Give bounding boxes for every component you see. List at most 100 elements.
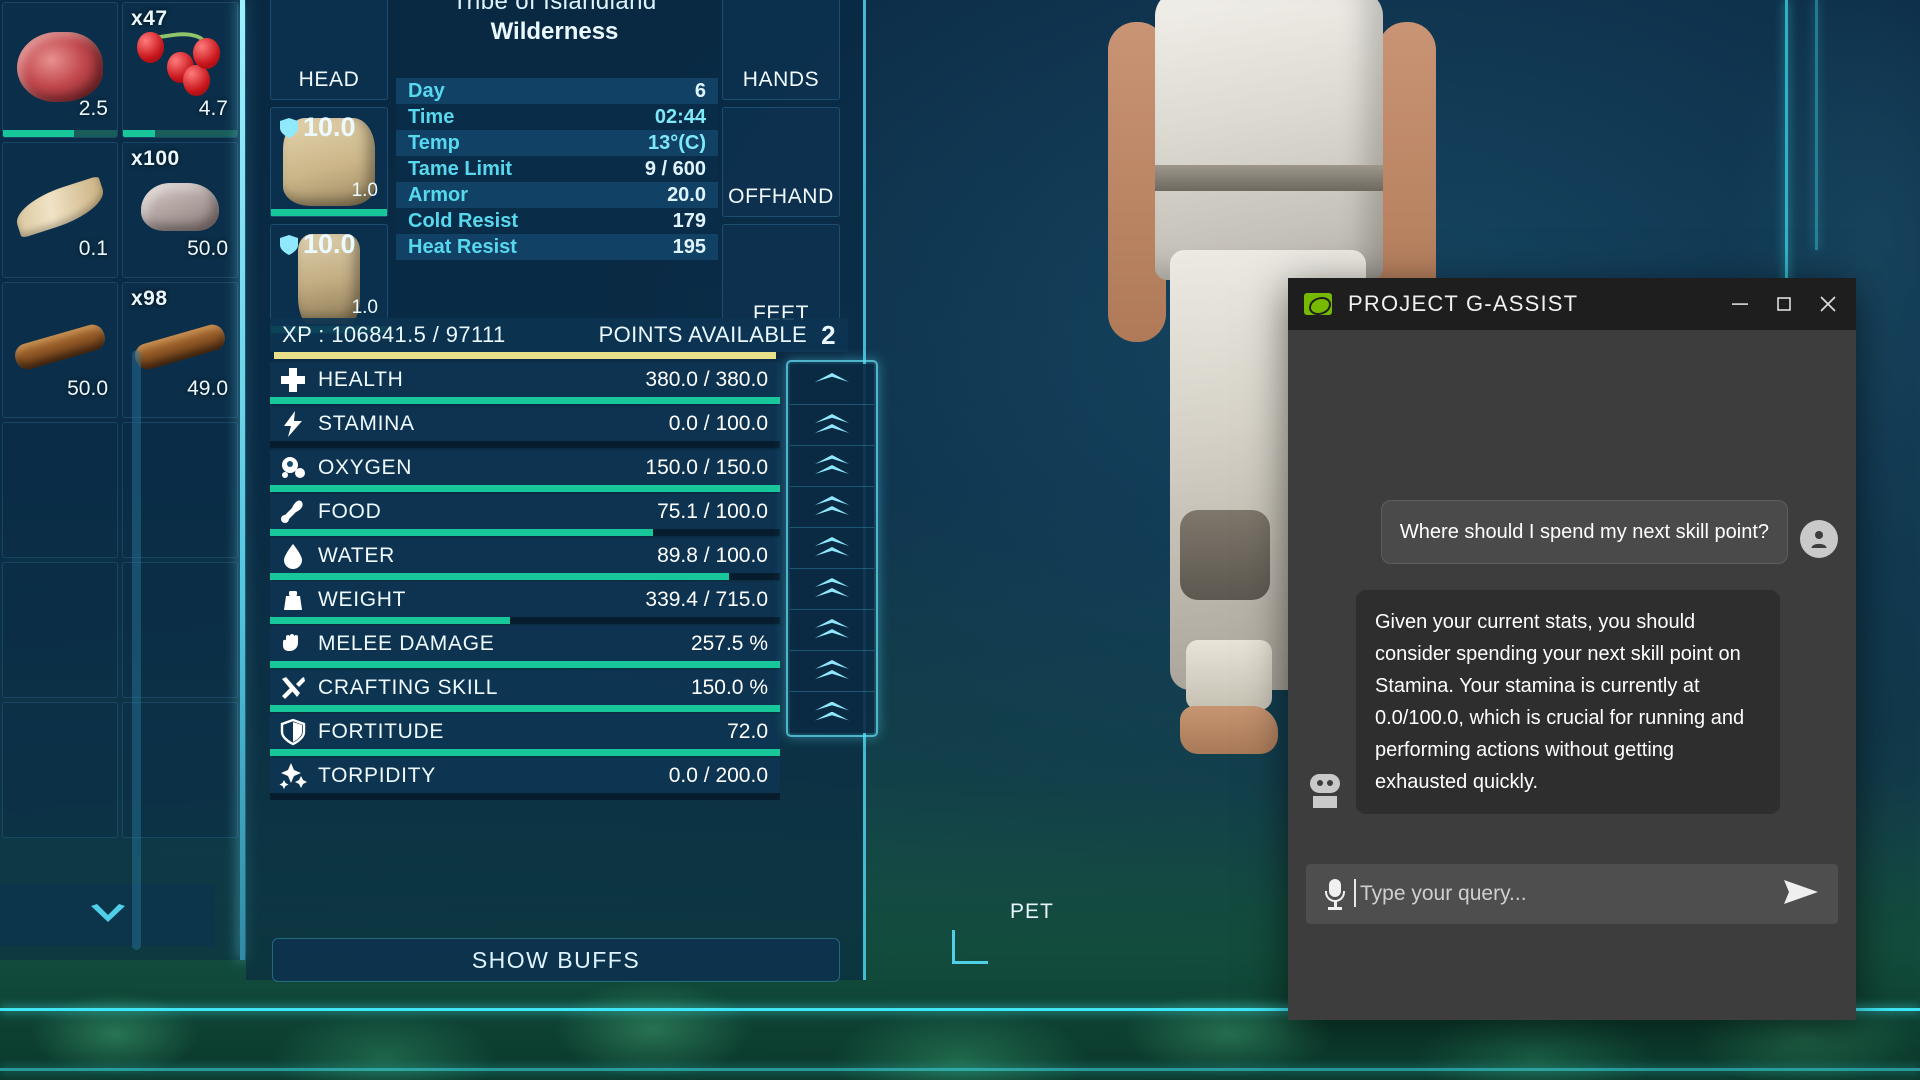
equipment-slot[interactable]: OFFHAND <box>722 107 840 217</box>
inventory-slot[interactable]: 0.1 <box>2 142 118 278</box>
inventory-slot-empty[interactable] <box>2 562 118 698</box>
info-value: 9 / 600 <box>644 157 706 180</box>
show-buffs-button[interactable]: SHOW BUFFS <box>272 938 840 982</box>
maximize-icon <box>1777 297 1791 311</box>
robot-avatar-icon <box>1306 770 1344 808</box>
item-durability-bar <box>3 130 117 137</box>
info-row: Heat Resist 195 <box>396 234 718 260</box>
chevron-up-icon <box>815 578 849 600</box>
chevron-up-icon <box>815 496 849 518</box>
send-button[interactable] <box>1780 878 1820 911</box>
item-art <box>12 322 108 373</box>
inventory-slot[interactable]: 2.5 <box>2 2 118 138</box>
gassist-titlebar[interactable]: PROJECT G-ASSIST <box>1288 278 1856 330</box>
item-art <box>132 322 228 373</box>
pet-slot-corner <box>952 930 988 964</box>
stamina-icon <box>278 409 308 439</box>
minimize-button[interactable] <box>1718 284 1762 324</box>
equipment-slot[interactable]: HEAD <box>270 0 388 100</box>
info-value: 195 <box>672 235 706 258</box>
stat-upgrade-button[interactable] <box>790 364 874 405</box>
info-row: Armor 20.0 <box>396 182 718 208</box>
gassist-title: PROJECT G-ASSIST <box>1348 291 1579 316</box>
equipment-slot-label: HANDS <box>742 68 820 91</box>
item-weight: 50.0 <box>187 237 228 260</box>
gassist-window: PROJECT G-ASSIST Where should I spend my… <box>1288 278 1856 1020</box>
item-quantity: x100 <box>131 147 180 170</box>
shield-icon <box>280 234 298 255</box>
inventory-slot[interactable]: x47 4.7 <box>122 2 238 138</box>
fortitude-icon <box>278 717 308 747</box>
stat-name: HEALTH <box>318 367 404 391</box>
inventory-slot[interactable]: 50.0 <box>2 282 118 418</box>
xp-label: XP : 106841.5 / 97111 <box>282 322 506 347</box>
stat-bar <box>270 705 780 712</box>
points-available-value: 2 <box>821 319 836 350</box>
info-label: Heat Resist <box>408 235 517 258</box>
stat-name: FORTITUDE <box>318 719 445 743</box>
stat-name: TORPIDITY <box>318 763 436 787</box>
info-row: Day 6 <box>396 78 718 104</box>
microphone-icon[interactable] <box>1324 879 1346 910</box>
equipment-durability-bar <box>271 209 387 216</box>
info-label: Armor <box>408 183 469 206</box>
user-avatar-icon <box>1800 520 1838 558</box>
stat-upgrade-button[interactable] <box>790 610 874 651</box>
item-art <box>10 175 110 239</box>
equipment-slot-label: OFFHAND <box>728 185 834 208</box>
equipment-weight-value: 1.0 <box>351 180 378 201</box>
stat-value: 0.0 / 200.0 <box>668 763 768 787</box>
item-art <box>17 32 103 103</box>
query-input[interactable]: Type your query... <box>1354 879 1766 907</box>
inventory-scroll-down-button[interactable] <box>0 884 215 946</box>
melee-icon <box>278 629 308 659</box>
info-value: 02:44 <box>654 105 706 128</box>
query-input-wrapper[interactable]: Type your query... <box>1306 864 1838 924</box>
info-value: 6 <box>694 79 706 102</box>
xp-row: XP : 106841.5 / 97111 POINTS AVAILABLE 2 <box>270 318 848 352</box>
stat-bar <box>270 397 780 404</box>
stat-value: 339.4 / 715.0 <box>645 587 768 611</box>
model-torso <box>1155 0 1383 280</box>
equipment-slot[interactable]: 10.0 1.0 <box>270 107 388 217</box>
model-leg-wrap <box>1186 640 1272 710</box>
model-belt <box>1155 165 1383 191</box>
close-button[interactable] <box>1806 284 1850 324</box>
inventory-slot-empty[interactable] <box>2 422 118 558</box>
maximize-button[interactable] <box>1762 284 1806 324</box>
stat-row: CRAFTING SKILL 150.0 % <box>270 670 780 712</box>
inventory-slot-empty[interactable] <box>2 702 118 838</box>
chevron-down-icon <box>90 904 125 922</box>
inventory-panel: 2.5 x47 4.7 0.1 x100 50.0 50.0 x98 49.0 <box>0 0 240 960</box>
item-weight: 2.5 <box>78 97 108 120</box>
inventory-slot[interactable]: x100 50.0 <box>122 142 238 278</box>
chevron-up-icon <box>815 455 849 477</box>
stat-upgrade-button[interactable] <box>790 446 874 487</box>
model-foot <box>1180 706 1278 754</box>
minimize-icon <box>1732 303 1748 305</box>
equipment-armor-value: 10.0 <box>279 229 356 260</box>
stat-value: 380.0 / 380.0 <box>645 367 768 391</box>
stat-upgrade-button[interactable] <box>790 569 874 610</box>
stat-bar <box>270 617 780 624</box>
stat-upgrade-button[interactable] <box>790 692 874 733</box>
stat-row: STAMINA 0.0 / 100.0 <box>270 406 780 448</box>
info-row: Time 02:44 <box>396 104 718 130</box>
stat-upgrade-button[interactable] <box>790 651 874 692</box>
info-value: 179 <box>672 209 706 232</box>
character-panel: Tribe of Islandland Wilderness HEAD 10.0 1… <box>246 0 878 980</box>
chevron-up-icon <box>815 619 849 641</box>
stat-bar <box>270 485 780 492</box>
stat-upgrade-button[interactable] <box>790 528 874 569</box>
stat-upgrade-button[interactable] <box>790 487 874 528</box>
chevron-up-icon <box>815 660 849 682</box>
info-label: Cold Resist <box>408 209 519 232</box>
stat-upgrade-button[interactable] <box>790 405 874 446</box>
item-weight: 4.7 <box>198 97 228 120</box>
stat-row: HEALTH 380.0 / 380.0 <box>270 362 780 404</box>
equipment-slot[interactable]: HANDS <box>722 0 840 100</box>
inventory-scrollbar[interactable] <box>132 350 141 950</box>
equipment-armor-value: 10.0 <box>279 112 356 143</box>
xp-bar <box>274 352 844 359</box>
points-available: POINTS AVAILABLE 2 <box>599 320 836 351</box>
